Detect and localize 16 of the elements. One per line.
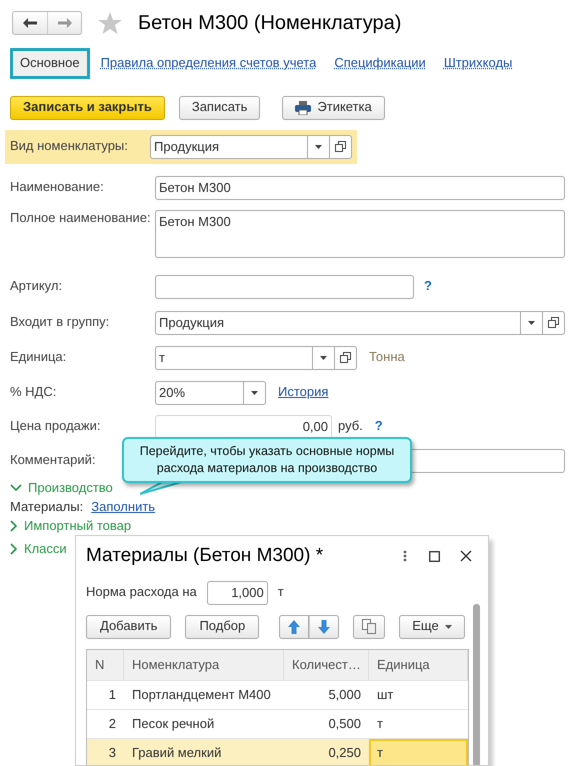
field-label: Вид номенклатуры: xyxy=(10,138,129,156)
field-label: Норма расхода на xyxy=(86,584,197,602)
field-label: Входит в группу: xyxy=(10,314,110,332)
field-label: % НДС: xyxy=(10,384,58,402)
currency-label: руб. xyxy=(338,418,363,436)
window-title: Бетон М300 (Номенклатура) xyxy=(138,11,402,36)
field-label: Артикул: xyxy=(10,278,64,296)
unit-label: т xyxy=(278,584,284,602)
field-label: Единица: xyxy=(10,349,68,366)
field-label: Цена продажи: xyxy=(10,418,102,436)
field-label: Материалы: xyxy=(10,498,84,516)
unit-name: Тонна xyxy=(369,349,405,366)
field-label: Наименование: xyxy=(10,179,105,196)
field-label: Комментарий: xyxy=(10,452,96,470)
field-label: Полное наименование: xyxy=(10,210,152,227)
dialog-title: Материалы (Бетон М300) * xyxy=(86,544,324,568)
